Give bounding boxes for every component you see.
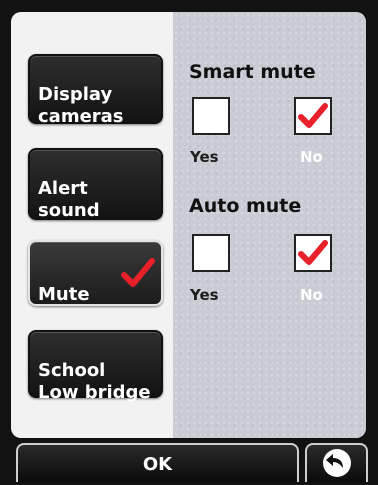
smart-mute-no-checkbox[interactable]	[294, 97, 332, 135]
ok-button[interactable]: OK	[16, 443, 299, 482]
checkmark-icon	[298, 240, 328, 265]
ok-label: OK	[142, 454, 173, 475]
smart-mute-yes-label: Yes	[190, 148, 219, 166]
mute-button[interactable]: Mute	[28, 240, 163, 306]
checkmark-icon	[121, 258, 155, 287]
smart-mute-yes-checkbox[interactable]	[192, 97, 230, 135]
school-low-bridge-label: School Low bridge	[38, 360, 151, 403]
checkmark-icon	[298, 103, 328, 128]
alert-sound-label: Alert sound	[38, 178, 100, 221]
alert-sound-button[interactable]: Alert sound	[28, 148, 163, 221]
auto-mute-no-label: No	[300, 286, 323, 304]
display-cameras-label: Display cameras	[38, 84, 124, 127]
settings-screen: Display cameras Alert sound Mute School …	[11, 12, 366, 438]
back-button[interactable]	[305, 443, 368, 482]
display-cameras-button[interactable]: Display cameras	[28, 54, 163, 127]
auto-mute-yes-checkbox[interactable]	[192, 234, 230, 272]
auto-mute-yes-label: Yes	[190, 286, 219, 304]
auto-mute-no-checkbox[interactable]	[294, 234, 332, 272]
mute-label: Mute	[38, 284, 90, 305]
auto-mute-title: Auto mute	[189, 195, 302, 217]
school-low-bridge-button[interactable]: School Low bridge	[28, 330, 163, 403]
smart-mute-no-label: No	[300, 148, 323, 166]
back-arrow-icon	[323, 449, 351, 477]
smart-mute-title: Smart mute	[189, 61, 316, 83]
